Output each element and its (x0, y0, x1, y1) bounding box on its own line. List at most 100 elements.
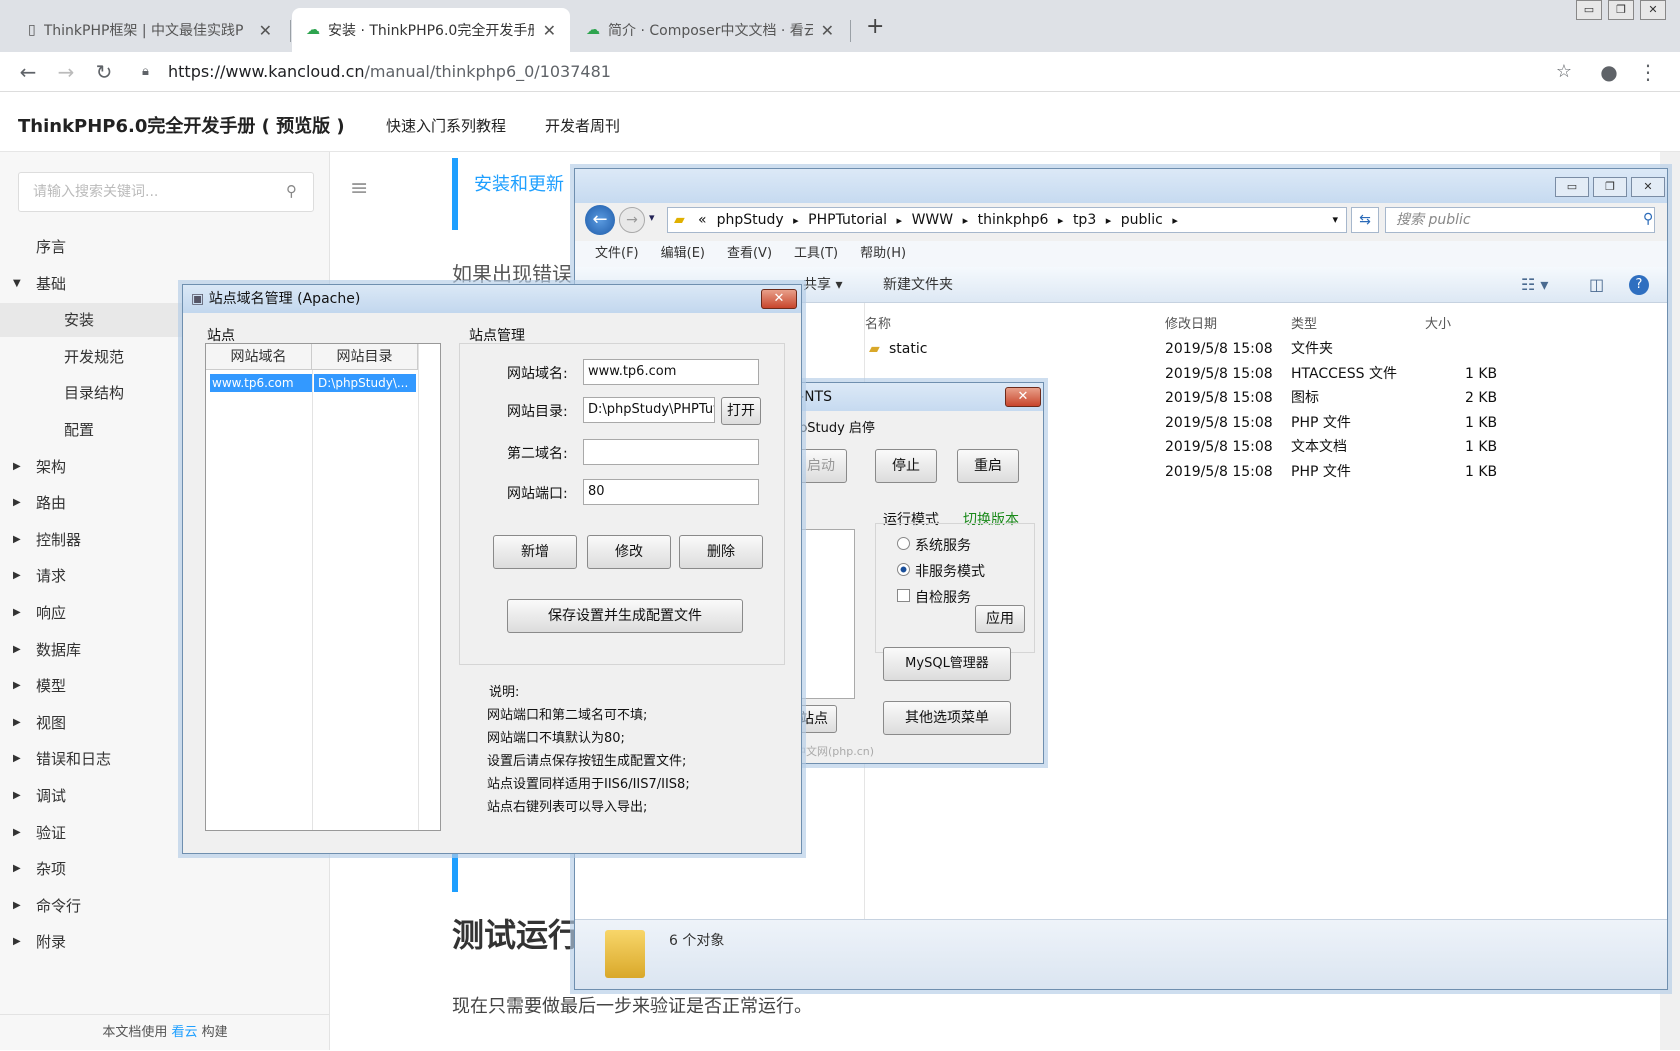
column-size[interactable]: 大小 (1425, 313, 1451, 332)
chevron-right-icon[interactable]: ▶ (13, 633, 21, 667)
address-bar[interactable]: https://www.kancloud.cn/manual/thinkphp6… (168, 58, 1588, 86)
chevron-right-icon[interactable]: ▶ (13, 889, 21, 923)
back-arrow-icon[interactable]: ← (585, 205, 615, 235)
refresh-icon[interactable]: ⇆ (1351, 207, 1379, 233)
column-directory[interactable]: 网站目录 (312, 344, 418, 370)
search-input[interactable]: 请输入搜索关键词... (18, 172, 314, 212)
stop-button[interactable]: 停止 (875, 449, 937, 483)
new-tab-button[interactable]: + (866, 14, 884, 39)
chevron-down-icon[interactable]: ▾ (649, 211, 655, 224)
chevron-down-icon[interactable]: ▼ (13, 267, 21, 301)
open-button[interactable]: 打开 (721, 397, 761, 425)
tab-thinkphp[interactable]: ▯ ThinkPHP框架 | 中文最佳实践P ✕ (14, 8, 286, 52)
breadcrumb-item[interactable]: tp3 (1073, 212, 1096, 228)
tab-composer[interactable]: ☁ 简介 · Composer中文文档 · 看云 ✕ (572, 8, 848, 52)
chevron-right-icon[interactable]: ▶ (13, 925, 21, 959)
breadcrumb-separator-icon[interactable]: ▸ (893, 214, 906, 227)
close-window-button[interactable]: ✕ (1640, 0, 1666, 20)
radio-nonservice-mode[interactable] (897, 563, 910, 576)
chevron-down-icon[interactable]: ▾ (1332, 208, 1338, 232)
search-input[interactable]: 搜索 public (1385, 207, 1655, 233)
table-row-domain[interactable]: www.tp6.com (210, 374, 312, 392)
breadcrumb-separator-icon[interactable]: ▸ (1169, 214, 1178, 227)
breadcrumb-separator-icon[interactable]: ▸ (790, 214, 803, 227)
column-type[interactable]: 类型 (1291, 313, 1317, 332)
forward-arrow-icon[interactable]: → (52, 58, 80, 86)
delete-button[interactable]: 删除 (679, 535, 763, 569)
menu-dots-icon[interactable]: ⋮ (1634, 58, 1662, 86)
radio-system-service[interactable] (897, 537, 910, 550)
close-icon[interactable]: ✕ (1631, 177, 1665, 197)
directory-input[interactable]: D:\phpStudy\PHPTutor (583, 397, 715, 423)
account-icon[interactable]: ● (1595, 58, 1623, 86)
service-list-item[interactable]: 0 (794, 536, 854, 556)
selfcheck-checkbox[interactable] (897, 589, 910, 602)
add-button[interactable]: 新增 (493, 535, 577, 569)
service-list-item[interactable]: 2 (794, 596, 854, 616)
column-date[interactable]: 修改日期 (1165, 313, 1217, 332)
chevron-right-icon[interactable]: ▶ (13, 523, 21, 557)
apply-button[interactable]: 应用 (975, 605, 1025, 633)
menu-item[interactable]: 查看(V) (727, 241, 772, 267)
nav-link-weekly[interactable]: 开发者周刊 (545, 115, 620, 136)
chevron-right-icon[interactable]: ▶ (13, 596, 21, 630)
menu-item[interactable]: 帮助(H) (860, 241, 906, 267)
chevron-right-icon[interactable]: ▶ (13, 852, 21, 886)
reload-icon[interactable]: ↻ (90, 58, 118, 86)
close-icon[interactable]: ✕ (761, 289, 797, 309)
mysql-manager-button[interactable]: MySQL管理器 (883, 647, 1011, 681)
second-domain-input[interactable] (583, 439, 759, 465)
chevron-right-icon[interactable]: ▶ (13, 486, 21, 520)
restore-button[interactable]: ❐ (1593, 177, 1627, 197)
chevron-right-icon[interactable]: ▶ (13, 450, 21, 484)
start-button[interactable]: 启动 (795, 449, 847, 483)
column-name[interactable]: 名称 (865, 313, 891, 332)
sidebar-item[interactable]: ▶ 命令行 (0, 889, 330, 923)
breadcrumb-item[interactable]: WWW (912, 212, 954, 228)
other-options-button[interactable]: 其他选项菜单 (883, 701, 1011, 735)
back-arrow-icon[interactable]: ← (14, 58, 42, 86)
sidebar-item[interactable]: 序言 (0, 230, 330, 264)
port-input[interactable]: 80 (583, 479, 759, 505)
manual-title[interactable]: ThinkPHP6.0完全开发手册 ( 预览版 ) (18, 112, 345, 138)
share-menu[interactable]: 共享 ▾ (803, 267, 842, 303)
chevron-right-icon[interactable]: ▶ (13, 559, 21, 593)
service-list-item[interactable]: 2 (794, 616, 854, 636)
tab-install[interactable]: ☁ 安装 · ThinkPHP6.0完全开发手册 ✕ (292, 8, 570, 52)
help-icon[interactable]: ? (1629, 275, 1649, 295)
file-row[interactable]: ▰ static 2019/5/8 15:08 文件夹 (865, 337, 1667, 361)
search-icon[interactable]: ⚲ (286, 182, 297, 200)
minimize-button[interactable]: ▭ (1555, 177, 1589, 197)
save-config-button[interactable]: 保存设置并生成配置文件 (507, 599, 743, 633)
footer-link[interactable]: 看云 (171, 1025, 197, 1040)
breadcrumb-item[interactable]: phpStudy (717, 212, 784, 228)
sidebar-item[interactable]: ▶ 杂项 (0, 852, 330, 886)
nav-link-tutorials[interactable]: 快速入门系列教程 (386, 115, 506, 136)
breadcrumb-item[interactable]: PHPTutorial (808, 212, 887, 228)
breadcrumb-item[interactable]: thinkphp6 (978, 212, 1049, 228)
service-list-item[interactable]: 0 (794, 576, 854, 596)
breadcrumb-separator-icon[interactable]: ▸ (1054, 214, 1067, 227)
breadcrumb[interactable]: ▰ « phpStudy ▸ PHPTutorial ▸ WWW ▸ thinkp… (667, 207, 1347, 233)
site-list[interactable]: 网站域名 网站目录 www.tp6.com D:\phpStudy\... (205, 343, 441, 831)
close-icon[interactable]: ✕ (821, 21, 834, 40)
sidebar-item[interactable]: ▶ 附录 (0, 925, 330, 959)
chevron-right-icon[interactable]: ▶ (13, 669, 21, 703)
star-icon[interactable]: ☆ (1550, 58, 1578, 86)
maximize-button[interactable]: ❐ (1608, 0, 1634, 20)
domain-input[interactable]: www.tp6.com (583, 359, 759, 385)
toggle-menu-icon[interactable]: ≡ (350, 176, 368, 201)
view-options-icon[interactable]: ☷ ▾ (1521, 267, 1548, 303)
new-folder-button[interactable]: 新建文件夹 (883, 267, 953, 303)
service-list-item[interactable]: 0 (794, 556, 854, 576)
preview-pane-icon[interactable]: ◫ (1589, 267, 1604, 303)
breadcrumb-overflow[interactable]: « (698, 212, 707, 228)
close-icon[interactable]: ✕ (259, 21, 272, 40)
modify-button[interactable]: 修改 (587, 535, 671, 569)
table-row-directory[interactable]: D:\phpStudy\... (314, 374, 416, 392)
column-domain[interactable]: 网站域名 (206, 344, 312, 370)
close-icon[interactable]: ✕ (1005, 387, 1041, 407)
breadcrumb-separator-icon[interactable]: ▸ (1102, 214, 1115, 227)
forward-arrow-icon[interactable]: → (619, 207, 645, 233)
menu-item[interactable]: 文件(F) (595, 241, 639, 267)
